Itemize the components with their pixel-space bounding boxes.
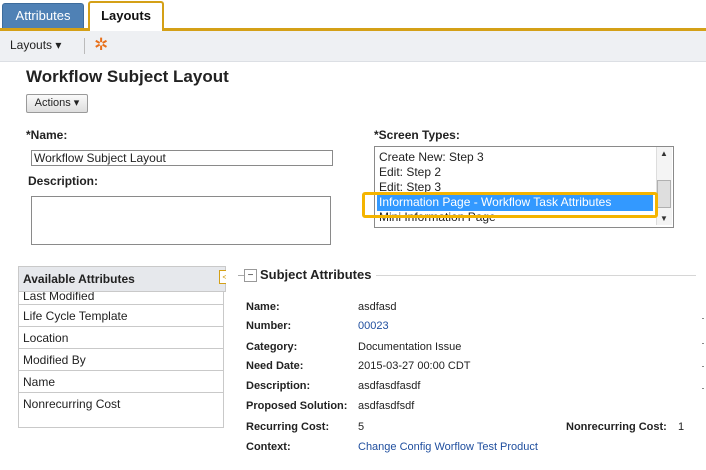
list-item[interactable]: Nonrecurring Cost [19, 393, 223, 415]
field-label: Category: [246, 341, 298, 353]
layouts-menu-button[interactable]: Layouts ▾ [10, 38, 61, 52]
screen-types-label: *Screen Types: [374, 128, 460, 142]
field-value: asdfasd [358, 301, 397, 313]
list-item[interactable]: Modified By [19, 349, 223, 371]
edge-tick [702, 343, 704, 344]
name-label-text: Name: [30, 128, 68, 142]
field-label: Number: [246, 320, 292, 332]
orange-asterisk-icon[interactable]: ✲ [94, 35, 108, 55]
screen-types-label-text: Screen Types: [378, 128, 460, 142]
field-label: Context: [246, 441, 291, 453]
divider [376, 275, 696, 276]
field-value: 1 [678, 421, 685, 433]
tab-layouts[interactable]: Layouts [88, 1, 164, 31]
listbox-option[interactable]: Edit: Step 2 [379, 165, 441, 179]
field-label: Nonrecurring Cost: [566, 421, 667, 433]
field-label: Name: [246, 301, 280, 313]
field-value: Documentation Issue [358, 341, 462, 353]
scrollbar-thumb[interactable] [657, 180, 671, 208]
actions-button[interactable]: Actions ▾ [26, 94, 88, 113]
subject-attributes-title: Subject Attributes [260, 267, 372, 282]
collapse-section-icon[interactable]: − [244, 269, 257, 282]
toolbar-separator [84, 38, 85, 54]
available-attributes-title: Available Attributes [23, 272, 135, 286]
name-input[interactable]: Workflow Subject Layout [31, 150, 333, 166]
field-label: Need Date: [246, 360, 304, 372]
context-link[interactable]: Change Config Worflow Test Product [358, 441, 538, 453]
field-value: 2015-03-27 00:00 CDT [358, 360, 471, 372]
field-label: Recurring Cost: [246, 421, 330, 433]
tab-attributes[interactable]: Attributes [2, 3, 84, 28]
available-attributes-header: Available Attributes [18, 266, 226, 292]
edge-tick [702, 366, 704, 367]
field-value: asdfasdfasdf [358, 380, 421, 392]
name-label: *Name: [26, 128, 67, 142]
number-link[interactable]: 00023 [358, 320, 389, 332]
field-value: asdfasdfsdf [358, 400, 415, 412]
field-value: 5 [358, 421, 365, 433]
list-item[interactable]: Name [19, 371, 223, 393]
listbox-option[interactable]: Create New: Step 3 [379, 150, 484, 164]
scroll-up-icon[interactable]: ▲ [660, 149, 668, 158]
list-item[interactable]: Life Cycle Template [19, 305, 223, 327]
description-textarea[interactable] [31, 196, 331, 245]
edge-tick [702, 318, 704, 319]
page-title: Workflow Subject Layout [26, 67, 229, 86]
list-item[interactable]: Location [19, 327, 223, 349]
field-label: Proposed Solution: [246, 400, 348, 412]
field-label: Description: [246, 380, 311, 392]
selection-highlight-box [362, 192, 658, 218]
scroll-down-icon[interactable]: ▼ [660, 214, 668, 223]
description-label: Description: [28, 174, 99, 188]
edge-tick [702, 388, 704, 389]
